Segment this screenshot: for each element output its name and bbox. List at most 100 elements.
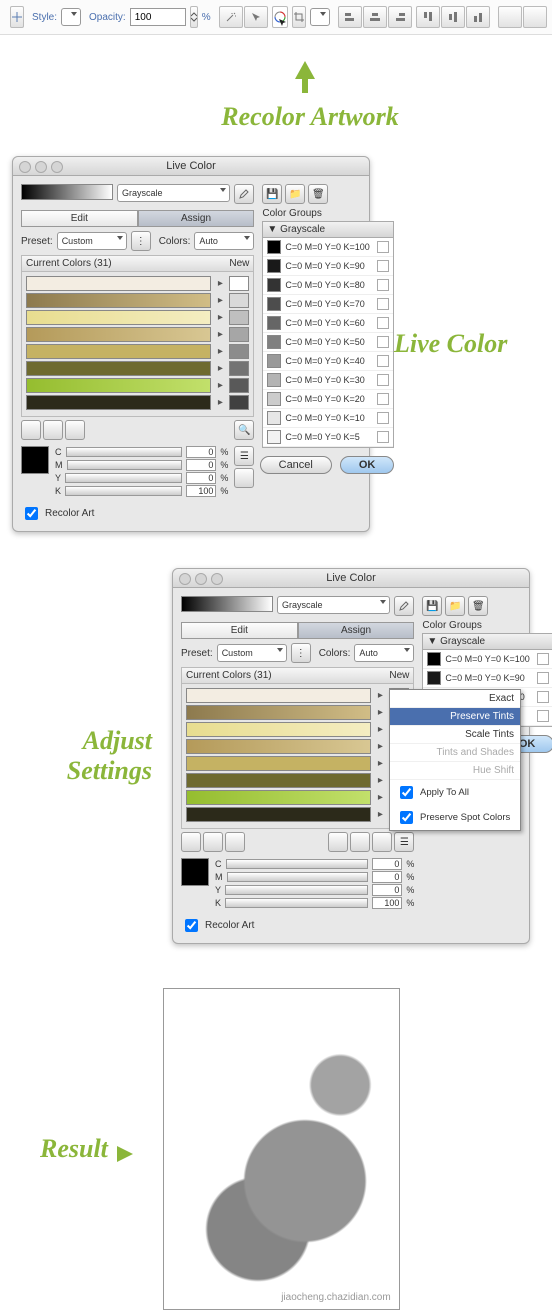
slider-C[interactable]: C0%: [55, 446, 228, 458]
color-group-item[interactable]: C=0 M=0 Y=0 K=70: [263, 295, 393, 314]
color-group-item[interactable]: C=0 M=0 Y=0 K=10: [263, 409, 393, 428]
color-row[interactable]: ▸: [186, 705, 409, 720]
row-btn-find[interactable]: 🔍: [234, 420, 254, 440]
cancel-button[interactable]: Cancel: [260, 456, 332, 474]
color-row[interactable]: ▸: [186, 739, 409, 754]
slider-Y[interactable]: Y0%: [55, 472, 228, 484]
preset-select[interactable]: Custom: [217, 644, 287, 662]
slider-mode-button[interactable]: ☰: [234, 446, 254, 466]
color-row[interactable]: ▸: [26, 327, 249, 342]
active-colors-swatch[interactable]: [181, 596, 273, 612]
crop-select[interactable]: [310, 8, 330, 26]
align-left-icon[interactable]: [338, 6, 362, 28]
preserve-spot-checkbox[interactable]: Preserve Spot Colors: [390, 805, 520, 830]
color-row[interactable]: ▸: [186, 756, 409, 771]
ok-button[interactable]: OK: [340, 456, 395, 474]
color-group-item[interactable]: C=0 M=0 Y=0 K=100: [263, 238, 393, 257]
recolor-art-input[interactable]: [25, 507, 38, 520]
slider-mode-button[interactable]: ☰: [394, 832, 414, 852]
recolor-artwork-button[interactable]: [272, 6, 288, 28]
align-middle-icon[interactable]: [441, 6, 465, 28]
wand-icon[interactable]: [219, 6, 243, 28]
select-icon[interactable]: [244, 6, 268, 28]
tab-assign[interactable]: Assign: [298, 622, 415, 639]
style-select[interactable]: [61, 8, 81, 26]
color-row[interactable]: ▸: [26, 378, 249, 393]
cg-save-button[interactable]: 💾: [422, 596, 442, 616]
color-group-item[interactable]: C=0 M=0 Y=0 K=90: [423, 669, 552, 688]
slider-K[interactable]: K100%: [55, 485, 228, 497]
color-row[interactable]: ▸: [26, 310, 249, 325]
recolor-art-checkbox[interactable]: Recolor Art: [21, 504, 254, 523]
color-group-item[interactable]: C=0 M=0 Y=0 K=40: [263, 352, 393, 371]
cg-delete-button[interactable]: 🗑: [468, 596, 488, 616]
minimize-icon[interactable]: [195, 573, 207, 585]
row-btn-b[interactable]: [350, 832, 370, 852]
colors-select[interactable]: Auto: [194, 232, 254, 250]
dist-1-icon[interactable]: [498, 6, 522, 28]
color-group-item[interactable]: C=0 M=0 Y=0 K=90: [263, 257, 393, 276]
align-bottom-icon[interactable]: [466, 6, 490, 28]
slider-M[interactable]: M0%: [215, 871, 414, 883]
color-group-item[interactable]: C=0 M=0 Y=0 K=60: [263, 314, 393, 333]
active-swatch[interactable]: [21, 446, 49, 474]
edit-group-button[interactable]: [394, 596, 414, 616]
color-row[interactable]: ▸: [186, 807, 409, 822]
color-group-item[interactable]: C=0 M=0 Y=0 K=5: [263, 428, 393, 447]
recolor-art-checkbox[interactable]: Recolor Art: [181, 916, 414, 935]
row-btn-1[interactable]: [21, 420, 41, 440]
tab-edit[interactable]: Edit: [21, 210, 138, 227]
slider-M[interactable]: M0%: [55, 459, 228, 471]
zoom-icon[interactable]: [51, 161, 63, 173]
row-btn-2[interactable]: [203, 832, 223, 852]
slider-Y[interactable]: Y0%: [215, 884, 414, 896]
tab-assign[interactable]: Assign: [138, 210, 255, 227]
popup-item[interactable]: Scale Tints: [390, 726, 520, 744]
apply-all-input[interactable]: [400, 786, 413, 799]
cg-new-button[interactable]: 📁: [445, 596, 465, 616]
color-row[interactable]: ▸: [186, 688, 409, 703]
preset-options-button[interactable]: ⋮: [291, 643, 311, 663]
slider-K[interactable]: K100%: [215, 897, 414, 909]
cg-delete-button[interactable]: 🗑: [308, 184, 328, 204]
preset-select[interactable]: Custom: [57, 232, 127, 250]
apply-all-checkbox[interactable]: Apply To All: [390, 780, 520, 805]
color-row[interactable]: ▸: [186, 790, 409, 805]
scheme-select[interactable]: Grayscale: [277, 596, 390, 614]
popup-item[interactable]: Preserve Tints: [390, 708, 520, 726]
color-row[interactable]: ▸: [186, 722, 409, 737]
recolor-art-input[interactable]: [185, 919, 198, 932]
color-row[interactable]: ▸: [26, 293, 249, 308]
color-row[interactable]: ▸: [26, 344, 249, 359]
color-row[interactable]: ▸: [186, 773, 409, 788]
color-group-item[interactable]: C=0 M=0 Y=0 K=50: [263, 333, 393, 352]
preset-options-button[interactable]: ⋮: [131, 231, 151, 251]
row-btn-a[interactable]: [328, 832, 348, 852]
align-center-h-icon[interactable]: [363, 6, 387, 28]
active-colors-swatch[interactable]: [21, 184, 113, 200]
slider-C[interactable]: C0%: [215, 858, 414, 870]
tab-edit[interactable]: Edit: [181, 622, 298, 639]
zoom-icon[interactable]: [211, 573, 223, 585]
align-right-icon[interactable]: [388, 6, 412, 28]
cg-save-button[interactable]: 💾: [262, 184, 282, 204]
guide-button[interactable]: [10, 6, 24, 28]
row-btn-3[interactable]: [65, 420, 85, 440]
color-group-item[interactable]: C=0 M=0 Y=0 K=80: [263, 276, 393, 295]
dist-2-icon[interactable]: [523, 6, 547, 28]
close-icon[interactable]: [19, 161, 31, 173]
color-group-header[interactable]: ▼ Grayscale: [262, 221, 394, 238]
color-group-item[interactable]: C=0 M=0 Y=0 K=20: [263, 390, 393, 409]
color-row[interactable]: ▸: [26, 395, 249, 410]
active-swatch[interactable]: [181, 858, 209, 886]
color-row[interactable]: ▸: [26, 361, 249, 376]
cg-new-button[interactable]: 📁: [285, 184, 305, 204]
color-row[interactable]: ▸: [26, 276, 249, 291]
edit-group-button[interactable]: [234, 184, 254, 204]
crop-icon[interactable]: [292, 6, 306, 28]
color-group-item[interactable]: C=0 M=0 Y=0 K=30: [263, 371, 393, 390]
close-icon[interactable]: [179, 573, 191, 585]
color-group-item[interactable]: C=0 M=0 Y=0 K=100: [423, 650, 552, 669]
color-group-header[interactable]: ▼ Grayscale: [422, 633, 552, 650]
opacity-stepper[interactable]: [190, 6, 198, 28]
